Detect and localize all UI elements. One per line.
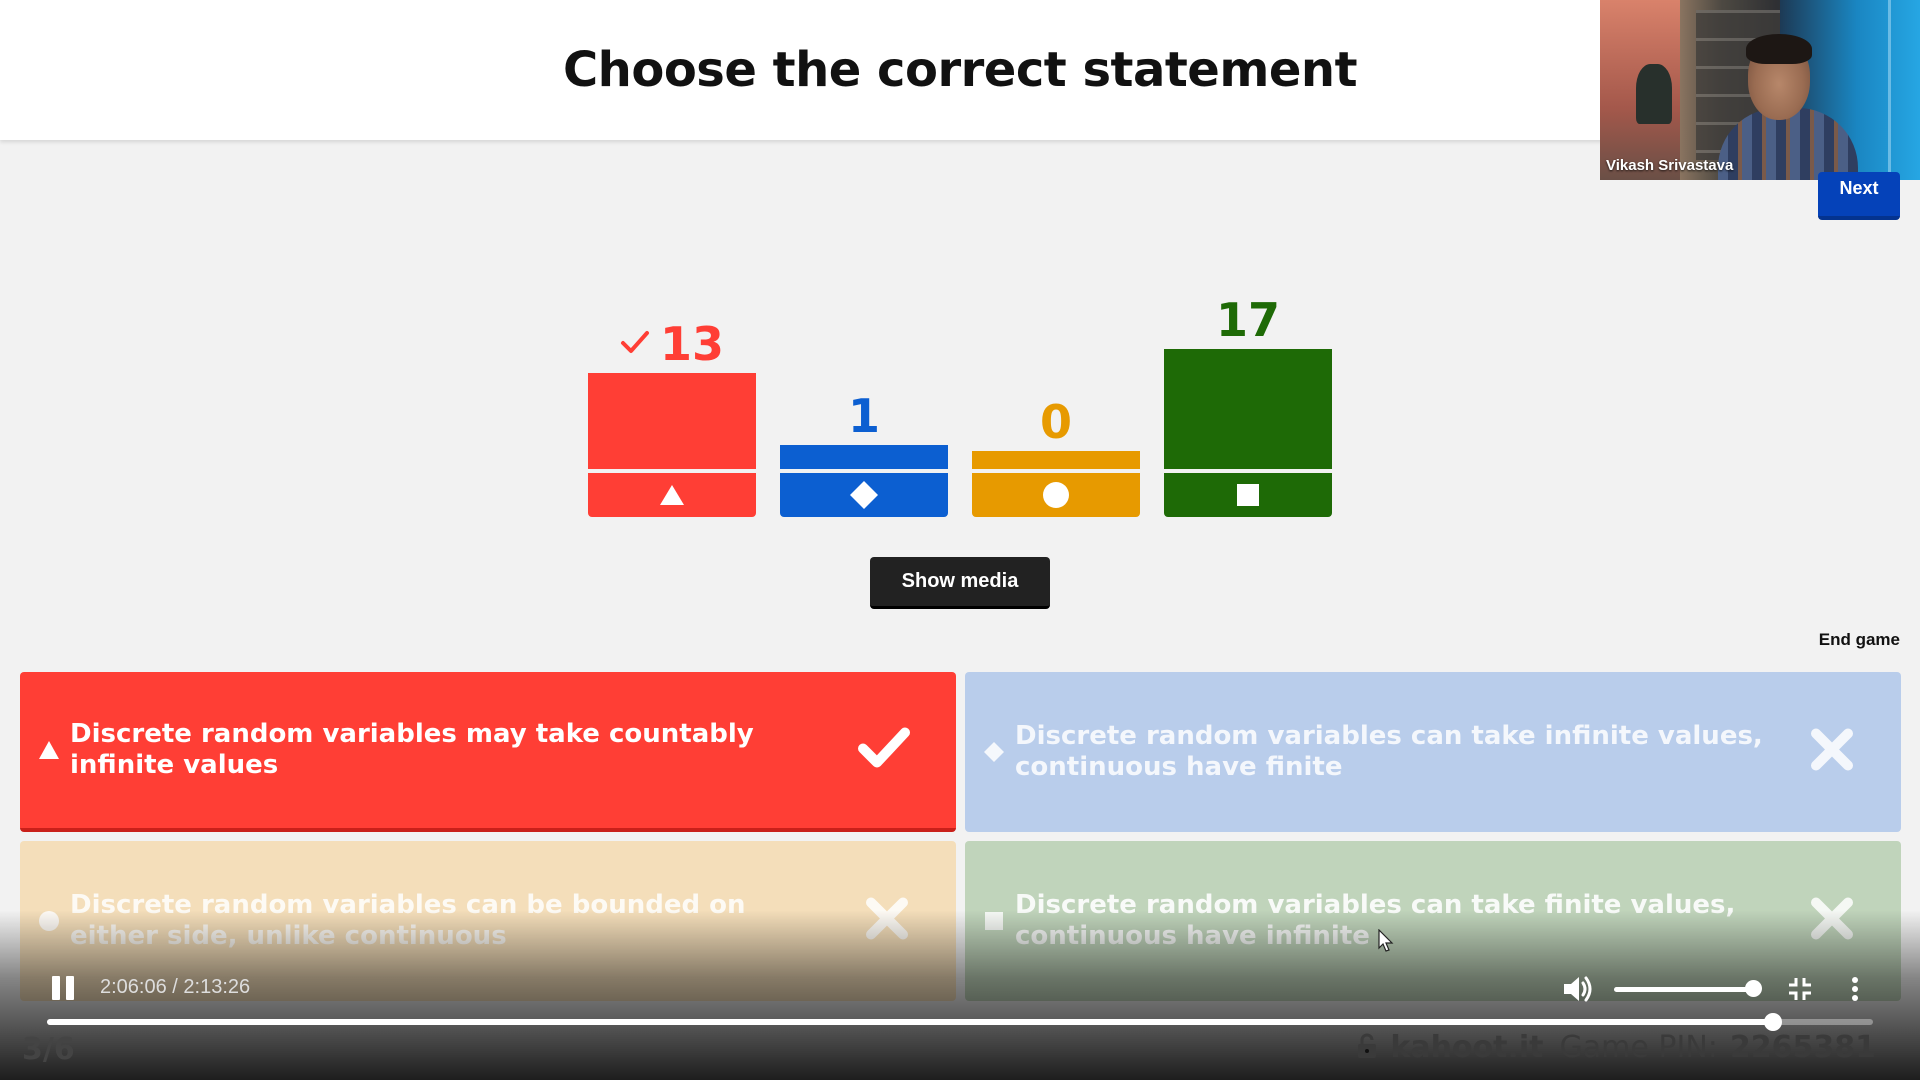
- exit-fullscreen-icon[interactable]: [1787, 976, 1813, 1007]
- bar-diamond: 1: [780, 280, 948, 517]
- bar-value: 13: [659, 317, 724, 371]
- game-pin-value: 2265381: [1729, 1030, 1876, 1065]
- volume-slider-handle[interactable]: [1745, 980, 1762, 997]
- webcam-plant: [1636, 64, 1672, 124]
- lock-icon: [1356, 1033, 1378, 1063]
- end-game-button[interactable]: End game: [1800, 630, 1900, 650]
- diamond-icon: [849, 480, 879, 510]
- bar-triangle: 13: [588, 280, 756, 517]
- square-icon: [1237, 484, 1259, 506]
- volume-icon[interactable]: [1562, 974, 1594, 1009]
- presenter-hair: [1746, 34, 1812, 64]
- x-icon: [1809, 727, 1855, 778]
- pause-icon: [66, 976, 74, 1000]
- answer-triangle: Discrete random variables may take count…: [20, 672, 956, 832]
- mouse-cursor-icon: [1378, 928, 1394, 958]
- answer-text: Discrete random variables can take infin…: [1015, 721, 1763, 782]
- playback-time: 2:06:06 / 2:13:26: [100, 976, 251, 998]
- bar-value-label: 13: [588, 317, 756, 371]
- bar-fill: [1164, 349, 1332, 469]
- bar-square: 17: [1164, 280, 1332, 517]
- triangle-icon: [34, 735, 64, 765]
- answer-diamond: Discrete random variables can take infin…: [965, 672, 1901, 832]
- correct-check-icon: [620, 324, 650, 364]
- bar-fill: [780, 445, 948, 469]
- triangle-icon: [659, 484, 685, 506]
- more-options-icon[interactable]: [1850, 976, 1860, 1007]
- circle-icon: [1042, 481, 1070, 509]
- bar-base: [780, 473, 948, 517]
- pause-icon: [52, 976, 60, 1000]
- video-progress-fill: [47, 1019, 1773, 1025]
- next-button[interactable]: Next: [1818, 172, 1900, 220]
- answer-results-chart: 13 1 0 17: [588, 280, 1332, 520]
- check-icon: [858, 726, 910, 775]
- bar-value: 0: [1039, 395, 1072, 449]
- webcam-door: [1888, 0, 1891, 180]
- question-title: Choose the correct statement: [562, 42, 1358, 98]
- video-progress-bar[interactable]: [47, 1013, 1873, 1031]
- bar-fill: [588, 373, 756, 469]
- bar-value-label: 17: [1164, 293, 1332, 347]
- question-counter: 3/6: [22, 1032, 75, 1067]
- bar-base: [588, 473, 756, 517]
- bar-value: 1: [847, 389, 880, 443]
- video-progress-handle[interactable]: [1763, 1013, 1782, 1031]
- bar-value-label: 1: [780, 389, 948, 443]
- presenter-name: Vikash Srivastava: [1606, 157, 1734, 174]
- show-media-button[interactable]: Show media: [870, 557, 1050, 609]
- bar-base: [972, 473, 1140, 517]
- volume-slider[interactable]: [1614, 987, 1756, 992]
- bar-circle: 0: [972, 280, 1140, 517]
- brand-name: kahoot.it: [1390, 1030, 1544, 1065]
- pause-button[interactable]: [52, 976, 76, 1002]
- game-pin-label: Game PIN:: [1559, 1030, 1718, 1065]
- diamond-icon: [979, 737, 1009, 767]
- bar-base: [1164, 473, 1332, 517]
- game-pin-area: kahoot.it Game PIN: 2265381: [1356, 1030, 1876, 1065]
- bar-value: 17: [1215, 293, 1280, 347]
- bar-value-label: 0: [972, 395, 1140, 449]
- answer-text: Discrete random variables may take count…: [70, 719, 754, 780]
- webcam-video: Vikash Srivastava: [1600, 0, 1920, 180]
- bar-fill: [972, 451, 1140, 469]
